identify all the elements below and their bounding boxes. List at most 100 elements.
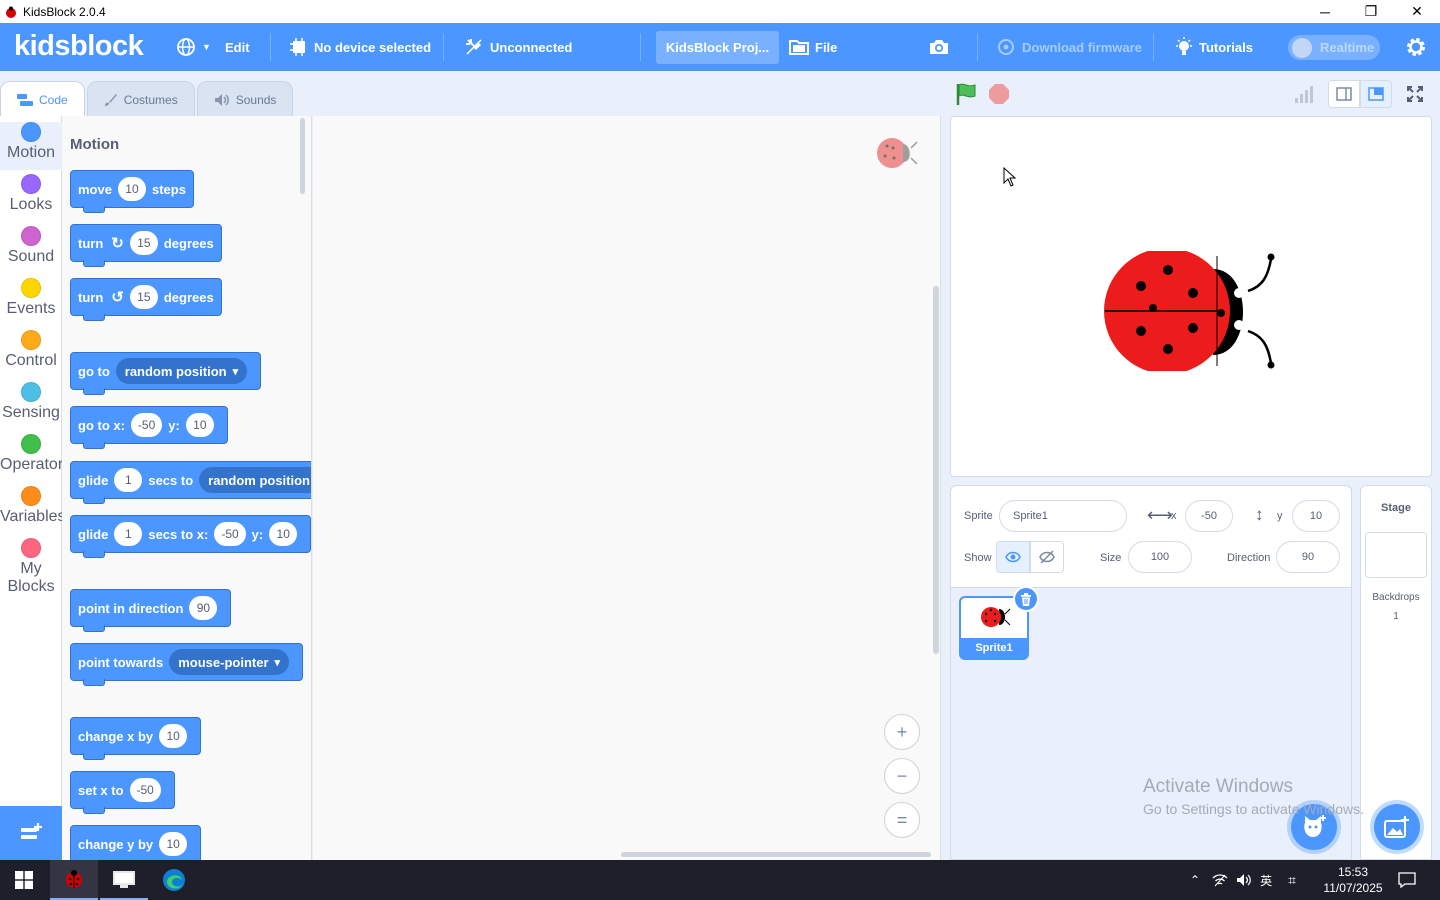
tab-code[interactable]: Code (0, 81, 85, 117)
size-input[interactable]: 100 (1128, 541, 1192, 573)
category-sound[interactable]: Sound (0, 226, 62, 266)
block-input[interactable]: 10 (159, 724, 188, 748)
language-menu[interactable]: ▼ (176, 23, 211, 71)
add-extension-button[interactable] (0, 806, 62, 860)
block-palette: Motion move 10 steps turn ↻ 15 degrees t… (62, 116, 312, 860)
maximize-button[interactable]: ❐ (1348, 0, 1394, 23)
windows-taskbar: ⌃ 英 ⌗ 15:53 11/07/2025 (0, 860, 1440, 900)
stop-button[interactable] (985, 80, 1013, 108)
stage-target-pane[interactable]: Stage Backdrops 1 (1360, 485, 1432, 860)
ladybug-sprite[interactable] (1103, 251, 1283, 371)
palette-scrollbar[interactable] (300, 118, 305, 194)
show-visible-button[interactable] (996, 541, 1030, 573)
category-looks[interactable]: Looks (0, 174, 62, 214)
sprite-name-input[interactable]: Sprite1 (999, 500, 1127, 532)
block-set-x[interactable]: set x to -50 (70, 771, 175, 814)
sprite-name-label: Sprite (964, 510, 993, 522)
tab-costumes[interactable]: Costumes (86, 81, 195, 117)
zoom-out-icon: − (896, 765, 908, 786)
block-input[interactable]: 15 (129, 285, 158, 309)
taskbar-edge[interactable] (150, 860, 198, 900)
edit-menu[interactable]: Edit (225, 23, 250, 71)
notifications-button[interactable] (1384, 860, 1430, 900)
realtime-toggle[interactable]: Realtime (1288, 35, 1380, 60)
device-selector[interactable]: No device selected (290, 23, 431, 71)
stage-canvas[interactable] (950, 116, 1432, 477)
screenshot-button[interactable] (928, 23, 956, 71)
block-input[interactable]: 15 (129, 231, 158, 255)
start-button[interactable] (0, 860, 48, 900)
block-input[interactable]: 10 (269, 522, 298, 546)
network-icon[interactable] (1212, 873, 1228, 887)
x-input[interactable]: -50 (1185, 500, 1233, 532)
x-label: x (1171, 510, 1177, 522)
block-change-y[interactable]: change y by 10 (70, 825, 202, 860)
zoom-reset-button[interactable]: = (884, 802, 920, 838)
block-input[interactable]: -50 (129, 778, 161, 802)
close-button[interactable]: ✕ (1394, 0, 1440, 23)
green-flag-button[interactable] (952, 80, 980, 108)
block-turn-right[interactable]: turn ↻ 15 degrees (70, 224, 222, 267)
y-input[interactable]: 10 (1292, 500, 1340, 532)
block-point-towards[interactable]: point towards mouse-pointer (70, 643, 304, 686)
block-input[interactable]: 10 (117, 177, 146, 201)
workspace-horizontal-scrollbar[interactable] (621, 852, 931, 857)
block-glide-xy[interactable]: glide 1 secs to x: -50 y: 10 (70, 515, 311, 558)
block-point-in-direction[interactable]: point in direction 90 (70, 589, 232, 632)
block-dropdown[interactable]: random position (115, 358, 248, 384)
block-glide[interactable]: glide 1 secs to random position (70, 461, 311, 504)
kidsblock-logo[interactable]: kidsblock (14, 30, 144, 63)
choose-backdrop-button[interactable] (1374, 804, 1420, 850)
zoom-in-button[interactable]: + (884, 714, 920, 750)
category-events[interactable]: Events (0, 278, 62, 318)
block-go-to-xy[interactable]: go to x: -50 y: 10 (70, 406, 228, 449)
show-hidden-button[interactable] (1030, 541, 1064, 573)
file-menu[interactable]: File (789, 23, 837, 71)
script-workspace[interactable]: + − = (313, 116, 941, 860)
settings-button[interactable] (1405, 23, 1433, 71)
category-control[interactable]: Control (0, 330, 62, 370)
category-label: Motion (6, 144, 56, 161)
category-motion[interactable]: Motion (0, 122, 62, 170)
block-turn-left[interactable]: turn ↺ 15 degrees (70, 278, 222, 321)
volume-icon[interactable] (1236, 873, 1252, 887)
block-input[interactable]: -50 (130, 413, 163, 437)
tray-overflow-icon[interactable]: ⌃ (1190, 873, 1200, 887)
minimize-button[interactable]: ─ (1302, 0, 1348, 23)
zoom-in-icon: + (896, 721, 908, 742)
block-input[interactable]: 10 (185, 413, 214, 437)
delete-sprite-button[interactable] (1013, 586, 1039, 612)
zoom-out-button[interactable]: − (884, 758, 920, 794)
block-input[interactable]: -50 (214, 522, 246, 546)
fullscreen-button[interactable] (1402, 80, 1428, 108)
block-move-steps[interactable]: move 10 steps (70, 170, 194, 213)
taskbar-clock[interactable]: 15:53 11/07/2025 (1318, 864, 1388, 896)
block-dropdown[interactable]: random position (199, 467, 311, 493)
block-input[interactable]: 90 (189, 596, 218, 620)
category-operators[interactable]: Operators (0, 434, 62, 474)
large-stage-button[interactable] (1360, 80, 1392, 108)
category-sensing[interactable]: Sensing (0, 382, 62, 422)
category-variables[interactable]: Variables (0, 486, 62, 526)
category-my-blocks[interactable]: My Blocks (0, 538, 62, 596)
direction-input[interactable]: 90 (1276, 541, 1340, 573)
workspace-vertical-scrollbar[interactable] (933, 286, 939, 654)
tab-sounds[interactable]: Sounds (196, 81, 294, 117)
block-input[interactable]: 1 (114, 522, 143, 546)
sprite-thumbnail[interactable]: Sprite1 (959, 586, 1039, 660)
connection-status[interactable]: Unconnected (464, 23, 572, 71)
block-go-to[interactable]: go to random position (70, 352, 262, 395)
ime-indicator[interactable]: 英 (1260, 872, 1272, 889)
block-input[interactable]: 10 (159, 832, 188, 856)
block-change-x[interactable]: change x by 10 (70, 717, 202, 760)
block-dropdown[interactable]: mouse-pointer (169, 649, 290, 675)
tutorials-button[interactable]: Tutorials (1175, 23, 1253, 71)
project-name-field[interactable]: KidsBlock Proj... (656, 31, 779, 64)
taskbar-kidsblock[interactable] (50, 860, 98, 900)
download-firmware-button[interactable]: Download firmware (996, 23, 1142, 71)
keyboard-grid-icon[interactable]: ⌗ (1288, 872, 1296, 889)
taskbar-remote-desktop[interactable] (100, 860, 148, 900)
stage-backdrop-thumbnail[interactable] (1365, 532, 1427, 578)
small-stage-button[interactable] (1328, 80, 1360, 108)
block-input[interactable]: 1 (114, 468, 143, 492)
